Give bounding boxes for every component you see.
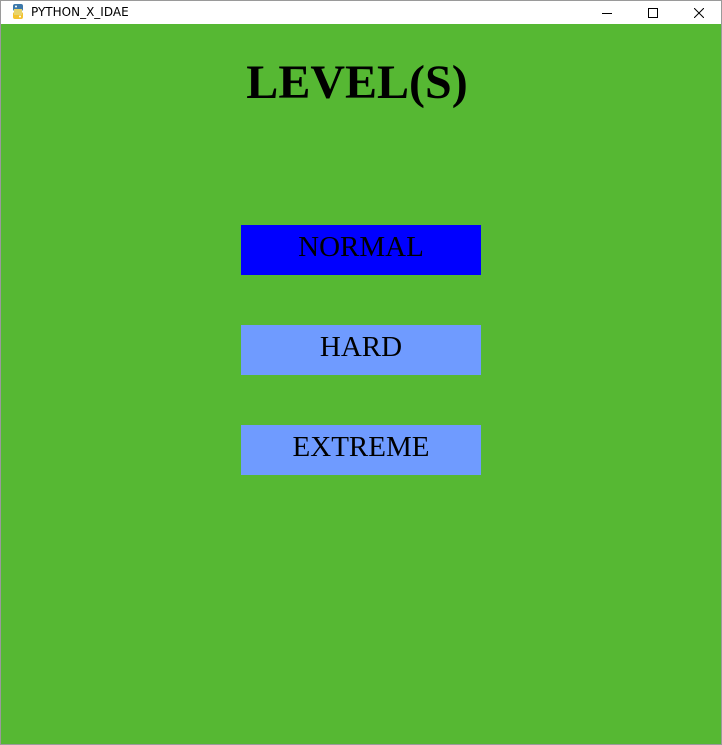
extreme-level-button[interactable]: EXTREME [241,425,481,475]
app-window: PYTHON_X_IDAE LEVEL(S) NORMAL HARD EXTRE… [0,0,722,745]
minimize-icon [602,12,612,14]
title-bar[interactable]: PYTHON_X_IDAE [1,1,721,24]
maximize-icon [648,7,658,18]
hard-level-button[interactable]: HARD [241,325,481,375]
python-icon [13,4,23,19]
minimize-button[interactable] [584,1,630,24]
maximize-button[interactable] [630,1,676,24]
game-canvas: LEVEL(S) NORMAL HARD EXTREME [1,24,721,744]
window-title: PYTHON_X_IDAE [31,5,129,19]
close-button[interactable] [676,1,722,24]
normal-level-button[interactable]: NORMAL [241,225,481,275]
close-icon [694,7,704,18]
page-title: LEVEL(S) [246,56,468,109]
